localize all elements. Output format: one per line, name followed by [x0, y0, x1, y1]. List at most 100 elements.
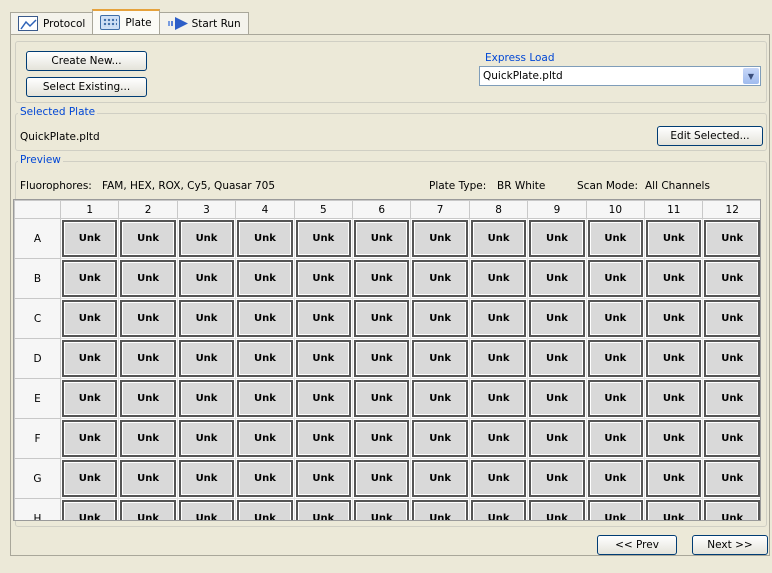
plate-well[interactable]: Unk: [178, 260, 235, 297]
plate-well[interactable]: Unk: [178, 460, 235, 497]
plate-well[interactable]: Unk: [646, 340, 702, 377]
plate-well[interactable]: Unk: [704, 260, 760, 297]
row-header[interactable]: D: [14, 338, 61, 379]
plate-well[interactable]: Unk: [178, 300, 235, 337]
plate-well[interactable]: Unk: [295, 300, 352, 337]
plate-well[interactable]: Unk: [587, 300, 644, 337]
create-new-button[interactable]: Create New...: [26, 51, 147, 71]
plate-well[interactable]: Unk: [412, 380, 468, 417]
plate-well[interactable]: Unk: [237, 380, 293, 417]
plate-well[interactable]: Unk: [470, 420, 527, 457]
plate-well[interactable]: Unk: [237, 460, 293, 497]
plate-well[interactable]: Unk: [470, 460, 527, 497]
plate-well[interactable]: Unk: [295, 260, 352, 297]
plate-well[interactable]: Unk: [237, 420, 293, 457]
plate-well[interactable]: Unk: [62, 260, 118, 297]
plate-well[interactable]: Unk: [470, 380, 527, 417]
plate-well[interactable]: Unk: [62, 340, 118, 377]
plate-well[interactable]: Unk: [295, 220, 352, 257]
plate-well[interactable]: Unk: [704, 220, 760, 257]
plate-well[interactable]: Unk: [704, 340, 760, 377]
plate-well[interactable]: Unk: [295, 460, 352, 497]
column-header[interactable]: 8: [468, 200, 529, 219]
plate-well[interactable]: Unk: [470, 500, 527, 520]
plate-well[interactable]: Unk: [587, 460, 644, 497]
plate-well[interactable]: Unk: [62, 460, 118, 497]
plate-well[interactable]: Unk: [646, 380, 702, 417]
plate-well[interactable]: Unk: [354, 220, 410, 257]
plate-well[interactable]: Unk: [354, 500, 410, 520]
plate-well[interactable]: Unk: [354, 460, 410, 497]
plate-well[interactable]: Unk: [587, 260, 644, 297]
edit-selected-button[interactable]: Edit Selected...: [657, 126, 763, 146]
plate-well[interactable]: Unk: [470, 220, 527, 257]
express-load-select[interactable]: QuickPlate.pltd ▼: [479, 66, 761, 86]
row-header[interactable]: G: [14, 458, 61, 499]
plate-well[interactable]: Unk: [412, 300, 468, 337]
tab-start-run[interactable]: Start Run: [158, 12, 249, 34]
plate-well[interactable]: Unk: [646, 500, 702, 520]
column-header[interactable]: 9: [527, 200, 587, 219]
plate-well[interactable]: Unk: [529, 420, 585, 457]
plate-well[interactable]: Unk: [704, 500, 760, 520]
plate-well[interactable]: Unk: [646, 220, 702, 257]
plate-well[interactable]: Unk: [470, 260, 527, 297]
plate-well[interactable]: Unk: [237, 260, 293, 297]
plate-well[interactable]: Unk: [237, 300, 293, 337]
plate-well[interactable]: Unk: [587, 340, 644, 377]
column-header[interactable]: 7: [410, 200, 470, 219]
plate-well[interactable]: Unk: [529, 220, 585, 257]
plate-well[interactable]: Unk: [237, 220, 293, 257]
plate-well[interactable]: Unk: [704, 300, 760, 337]
row-header[interactable]: A: [14, 218, 61, 259]
plate-well[interactable]: Unk: [62, 300, 118, 337]
plate-well[interactable]: Unk: [120, 220, 176, 257]
plate-well[interactable]: Unk: [62, 220, 118, 257]
plate-well[interactable]: Unk: [178, 420, 235, 457]
plate-well[interactable]: Unk: [529, 460, 585, 497]
plate-well[interactable]: Unk: [412, 340, 468, 377]
plate-well[interactable]: Unk: [178, 220, 235, 257]
column-header[interactable]: 5: [293, 200, 354, 219]
plate-well[interactable]: Unk: [529, 300, 585, 337]
select-existing-button[interactable]: Select Existing...: [26, 77, 147, 97]
plate-well[interactable]: Unk: [178, 500, 235, 520]
plate-well[interactable]: Unk: [470, 340, 527, 377]
next-button[interactable]: Next >>: [692, 535, 768, 555]
plate-well[interactable]: Unk: [529, 340, 585, 377]
column-header[interactable]: 6: [352, 200, 412, 219]
row-header[interactable]: F: [14, 418, 61, 459]
plate-well[interactable]: Unk: [587, 220, 644, 257]
row-header[interactable]: B: [14, 258, 61, 299]
plate-well[interactable]: Unk: [646, 460, 702, 497]
row-header[interactable]: E: [14, 378, 61, 419]
plate-well[interactable]: Unk: [295, 380, 352, 417]
plate-well[interactable]: Unk: [62, 380, 118, 417]
plate-well[interactable]: Unk: [295, 340, 352, 377]
plate-well[interactable]: Unk: [412, 260, 468, 297]
tab-plate[interactable]: Plate: [92, 9, 160, 34]
plate-well[interactable]: Unk: [354, 340, 410, 377]
plate-well[interactable]: Unk: [646, 420, 702, 457]
plate-well[interactable]: Unk: [178, 380, 235, 417]
plate-well[interactable]: Unk: [412, 420, 468, 457]
plate-well[interactable]: Unk: [237, 500, 293, 520]
plate-well[interactable]: Unk: [120, 340, 176, 377]
plate-well[interactable]: Unk: [62, 500, 118, 520]
plate-well[interactable]: Unk: [354, 380, 410, 417]
plate-well[interactable]: Unk: [529, 500, 585, 520]
plate-well[interactable]: Unk: [178, 340, 235, 377]
plate-well[interactable]: Unk: [412, 500, 468, 520]
plate-well[interactable]: Unk: [354, 260, 410, 297]
plate-well[interactable]: Unk: [412, 220, 468, 257]
row-header[interactable]: C: [14, 298, 61, 339]
plate-well[interactable]: Unk: [62, 420, 118, 457]
plate-well[interactable]: Unk: [354, 420, 410, 457]
column-header[interactable]: 11: [644, 200, 704, 219]
plate-well[interactable]: Unk: [295, 500, 352, 520]
column-header[interactable]: 1: [59, 200, 120, 219]
plate-well[interactable]: Unk: [120, 300, 176, 337]
plate-well[interactable]: Unk: [295, 420, 352, 457]
plate-well[interactable]: Unk: [120, 420, 176, 457]
plate-well[interactable]: Unk: [120, 460, 176, 497]
